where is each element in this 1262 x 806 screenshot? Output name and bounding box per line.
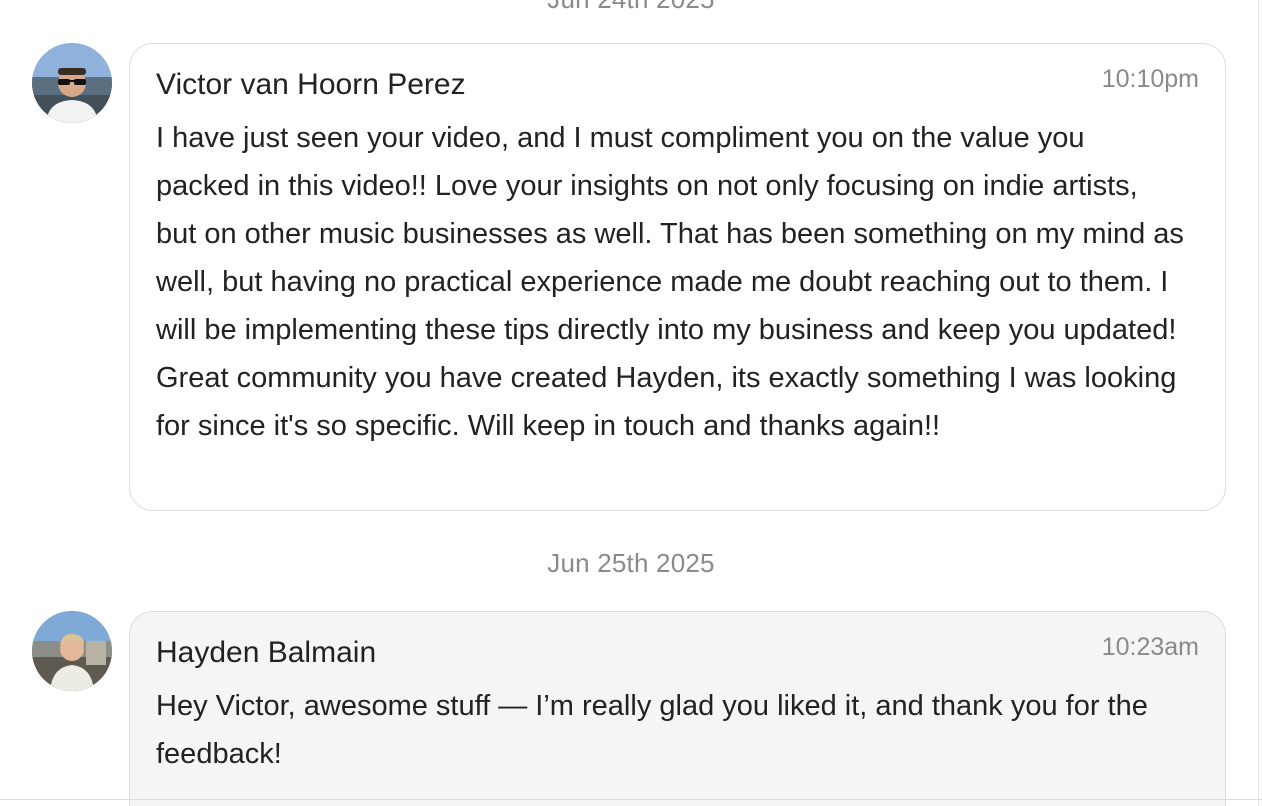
message-header: Hayden Balmain 10:23am	[156, 633, 1199, 674]
message-time: 10:10pm	[1101, 65, 1199, 93]
message-time: 10:23am	[1101, 633, 1199, 661]
composer-divider	[0, 799, 1262, 800]
message-header: Victor van Hoorn Perez 10:10pm	[156, 65, 1199, 106]
avatar-victor[interactable]	[32, 43, 112, 123]
avatar-photo-icon	[32, 611, 112, 691]
message-text: I have just seen your video, and I must …	[156, 122, 1184, 442]
sender-name[interactable]: Hayden Balmain	[156, 636, 376, 670]
avatar-hayden[interactable]	[32, 611, 112, 691]
scroll-edge-divider	[1258, 0, 1259, 806]
message-text: Hey Victor, awesome stuff — I’m really g…	[156, 690, 1148, 770]
avatar-photo-icon	[32, 43, 112, 123]
sender-name[interactable]: Victor van Hoorn Perez	[156, 68, 466, 102]
message-bubble[interactable]: Victor van Hoorn Perez 10:10pm I have ju…	[129, 43, 1226, 511]
date-divider: Jun 25th 2025	[547, 548, 715, 578]
chat-thread: Jun 24th 2025 Victor van Hoorn Perez 10:…	[0, 0, 1262, 806]
message-bubble[interactable]: Hayden Balmain 10:23am Hey Victor, aweso…	[129, 611, 1226, 806]
date-divider: Jun 24th 2025	[0, 0, 1262, 15]
